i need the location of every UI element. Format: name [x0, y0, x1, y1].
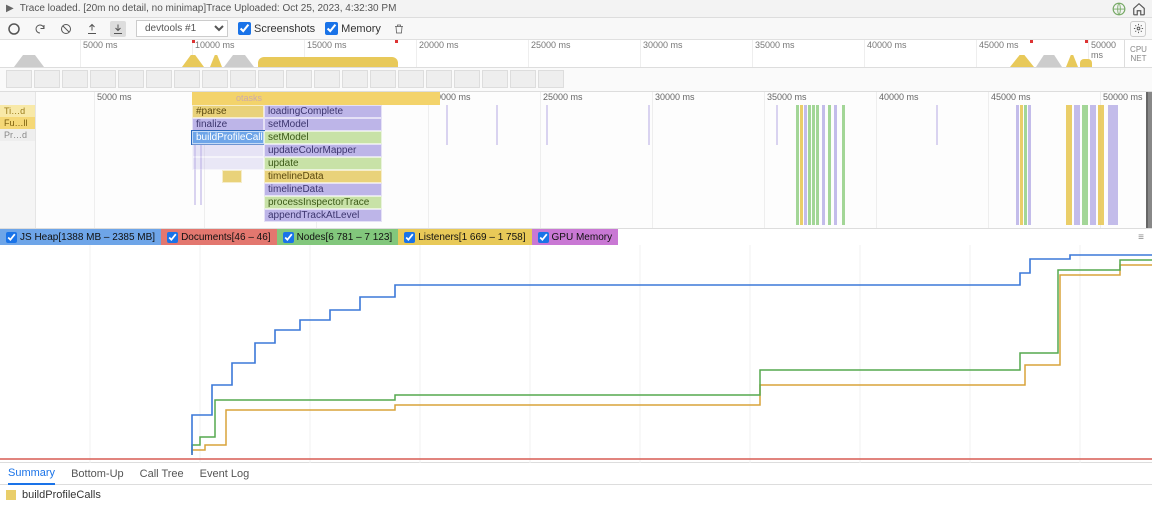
task-band[interactable] [192, 92, 440, 105]
screenshot-thumb[interactable] [370, 70, 396, 88]
screenshot-thumb[interactable] [90, 70, 116, 88]
memory-checkbox[interactable]: Memory [325, 22, 381, 35]
screenshot-thumb[interactable] [426, 70, 452, 88]
overview-tick: 5000 ms [80, 40, 118, 67]
screenshot-thumb[interactable] [118, 70, 144, 88]
timeline-overview[interactable]: 5000 ms 10000 ms 15000 ms 20000 ms 25000… [0, 40, 1152, 68]
context-dropdown[interactable]: devtools #1 [136, 20, 228, 37]
flame-cell[interactable]: update [264, 157, 382, 170]
trash-icon[interactable] [391, 21, 407, 37]
net-label: NET [1125, 54, 1152, 63]
flame-cell[interactable] [192, 144, 264, 157]
track-timings[interactable]: Ti…d [0, 105, 35, 117]
screenshot-thumb[interactable] [342, 70, 368, 88]
screenshot-thumb[interactable] [510, 70, 536, 88]
upload-icon[interactable] [84, 21, 100, 37]
track-full[interactable]: Fu…ll [0, 117, 35, 129]
overview-tick: 40000 ms [864, 40, 907, 67]
resize-handle[interactable] [1146, 92, 1152, 228]
screenshot-thumb[interactable] [146, 70, 172, 88]
memory-legend: JS Heap[1388 MB – 2385 MB] Documents[46 … [0, 229, 1152, 245]
screenshot-thumb[interactable] [34, 70, 60, 88]
overview-marker [1030, 40, 1033, 43]
home-icon[interactable] [1132, 2, 1146, 16]
gear-icon[interactable] [1130, 21, 1146, 37]
overview-tick: 35000 ms [752, 40, 795, 67]
status-bar: ▶ Trace loaded. [20m no detail, no minim… [0, 0, 1152, 18]
overview-activity [1010, 55, 1100, 67]
activity-region[interactable] [1016, 92, 1036, 228]
summary-swatch [6, 490, 16, 500]
clear-icon[interactable] [58, 21, 74, 37]
flame-chart[interactable]: Ti…d Fu…ll Pr…d 5000 ms 10000 ms 15000 m… [0, 92, 1152, 229]
legend-js-heap[interactable]: JS Heap[1388 MB – 2385 MB] [0, 229, 161, 245]
flame-cell[interactable]: timelineData [264, 183, 382, 196]
screenshot-thumb[interactable] [538, 70, 564, 88]
detail-tabs: Summary Bottom-Up Call Tree Event Log [0, 463, 1152, 485]
overview-activity [14, 55, 44, 67]
chart-line-js-heap [192, 255, 1152, 455]
tab-summary[interactable]: Summary [8, 463, 55, 485]
flame-cell[interactable]: processInspectorTrace [264, 196, 382, 209]
flame-cell[interactable]: loadingComplete [264, 105, 382, 118]
overview-tick: 20000 ms [416, 40, 459, 67]
screenshot-thumb[interactable] [286, 70, 312, 88]
screenshot-thumb[interactable] [398, 70, 424, 88]
reload-icon[interactable] [32, 21, 48, 37]
screenshot-thumb[interactable] [230, 70, 256, 88]
flame-cell[interactable]: timelineData [264, 170, 382, 183]
chart-line-listeners [192, 265, 1152, 455]
flame-cell[interactable]: #parse [192, 105, 264, 118]
legend-gpu[interactable]: GPU Memory [532, 229, 619, 245]
flame-cell[interactable] [192, 157, 264, 170]
tab-call-tree[interactable]: Call Tree [140, 464, 184, 484]
status-text: Trace loaded. [20m no detail, no minimap… [20, 3, 397, 14]
screenshot-thumb[interactable] [174, 70, 200, 88]
flame-cell[interactable] [222, 170, 242, 183]
microtasks-label: otasks [236, 93, 262, 103]
chart-line-nodes [192, 260, 1152, 453]
tab-bottom-up[interactable]: Bottom-Up [71, 464, 124, 484]
flame-cell[interactable]: appendTrackAtLevel [264, 209, 382, 222]
summary-panel: buildProfileCalls [0, 485, 1152, 505]
track-labels: Ti…d Fu…ll Pr…d [0, 92, 36, 228]
overview-tick: 25000 ms [528, 40, 571, 67]
overview-marker [1085, 40, 1088, 43]
download-icon[interactable] [110, 21, 126, 37]
screenshot-thumb[interactable] [454, 70, 480, 88]
summary-function-name: buildProfileCalls [22, 489, 101, 501]
flame-cell[interactable]: setModel [264, 131, 382, 144]
performance-toolbar: devtools #1 Screenshots Memory [0, 18, 1152, 40]
screenshot-thumb[interactable] [314, 70, 340, 88]
flame-cell[interactable]: setModel [264, 118, 382, 131]
overview-marker [395, 40, 398, 43]
activity-region[interactable] [794, 92, 854, 228]
legend-nodes[interactable]: Nodes[6 781 – 7 123] [277, 229, 399, 245]
legend-listeners[interactable]: Listeners[1 669 – 1 758] [398, 229, 531, 245]
cpu-label: CPU [1125, 45, 1152, 54]
screenshot-thumb[interactable] [258, 70, 284, 88]
screenshot-thumb[interactable] [202, 70, 228, 88]
overview-tick: 30000 ms [640, 40, 683, 67]
tab-event-log[interactable]: Event Log [200, 464, 250, 484]
overview-activity [182, 55, 402, 67]
screenshot-strip[interactable] [0, 68, 1152, 92]
screenshot-thumb[interactable] [482, 70, 508, 88]
screenshots-checkbox[interactable]: Screenshots [238, 22, 315, 35]
activity-region[interactable] [1066, 92, 1126, 228]
overview-marker [192, 40, 195, 43]
legend-documents[interactable]: Documents[46 – 46] [161, 229, 277, 245]
flame-cell[interactable]: updateColorMapper [264, 144, 382, 157]
flame-cell-selected[interactable]: buildProfileCalls [192, 131, 264, 144]
track-profile[interactable]: Pr…d [0, 129, 35, 141]
flame-cell[interactable]: finalize [192, 118, 264, 131]
memory-chart[interactable] [0, 245, 1152, 463]
record-icon[interactable] [6, 21, 22, 37]
legend-more-icon[interactable]: ≡ [1138, 232, 1152, 243]
globe-icon[interactable] [1112, 2, 1126, 16]
play-icon[interactable]: ▶ [6, 3, 14, 14]
screenshot-thumb[interactable] [6, 70, 32, 88]
screenshot-thumb[interactable] [62, 70, 88, 88]
